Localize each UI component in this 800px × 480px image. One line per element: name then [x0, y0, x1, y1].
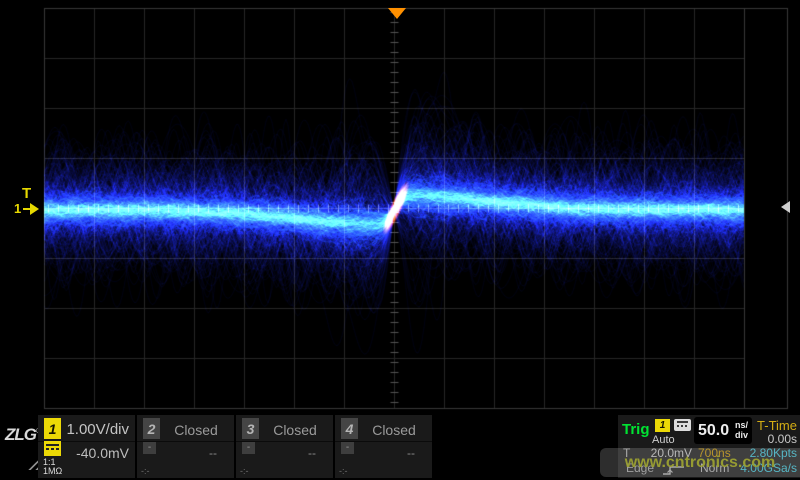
channel-3-detail: -:- [240, 466, 249, 476]
channel-4-block[interactable]: 4 Closed - -- -:- [335, 415, 432, 478]
trigger-menu-button[interactable]: Trig [622, 421, 650, 438]
trigger-position-marker-icon[interactable] [388, 8, 406, 19]
ground-marker-bar [23, 208, 30, 210]
channel-4-status: Closed [361, 422, 427, 438]
ground-marker-arrow-icon [30, 203, 39, 215]
waveform-display [0, 0, 800, 413]
channel-2-block[interactable]: 2 Closed - -- -:- [137, 415, 234, 478]
channel-1-dc-coupling-icon [44, 441, 61, 456]
channel1-ground-label: 1 [14, 202, 21, 215]
timebase-unit: ns/div [735, 420, 748, 440]
channel-3-coupling-badge: - [242, 442, 255, 454]
oscilloscope-screen: T 1 ZLG® 1 1:1 1MΩ 1.00V/div -40.0mV 2 C [0, 0, 800, 480]
channel-1-block[interactable]: 1 1:1 1MΩ 1.00V/div -40.0mV [38, 415, 135, 478]
channel-3-badge[interactable]: 3 [242, 418, 259, 439]
channel1-ground-marker[interactable]: 1 [14, 202, 39, 215]
brand-logo: ZLG® [5, 425, 41, 445]
channel-2-value: -- [209, 446, 217, 460]
channel-2-coupling-badge: - [143, 442, 156, 454]
channel-1-badge[interactable]: 1 [44, 418, 61, 439]
timebase-scale: 50.0 [698, 422, 729, 440]
trigger-sweep-mode: Auto [652, 434, 675, 446]
channel-1-probe-info: 1:1 1MΩ [43, 458, 62, 476]
channel-2-detail: -:- [141, 466, 150, 476]
channel-1-scale: 1.00V/div [66, 421, 129, 438]
input-impedance: 1MΩ [43, 466, 62, 476]
channel-3-status: Closed [262, 422, 328, 438]
channel-4-value: -- [407, 446, 415, 460]
channel-3-value: -- [308, 446, 316, 460]
t-time-label: T-Time [757, 418, 797, 433]
t-time-value: 0.00s [768, 432, 797, 446]
trigger-source-badge[interactable]: 1 [655, 419, 670, 432]
channel-3-block[interactable]: 3 Closed - -- -:- [236, 415, 333, 478]
channel-2-status: Closed [163, 422, 229, 438]
watermark: www.cntronics.com [600, 448, 800, 477]
trigger-level-marker-icon[interactable] [781, 201, 790, 213]
trigger-source-marker: T [22, 186, 31, 201]
channel-4-badge[interactable]: 4 [341, 418, 358, 439]
channel-1-offset: -40.0mV [76, 445, 129, 461]
channel-4-coupling-badge: - [341, 442, 354, 454]
trigger-coupling-icon [674, 419, 691, 431]
timebase-button[interactable]: 50.0 ns/div [694, 417, 752, 444]
channel-4-detail: -:- [339, 466, 348, 476]
channel-2-badge[interactable]: 2 [143, 418, 160, 439]
